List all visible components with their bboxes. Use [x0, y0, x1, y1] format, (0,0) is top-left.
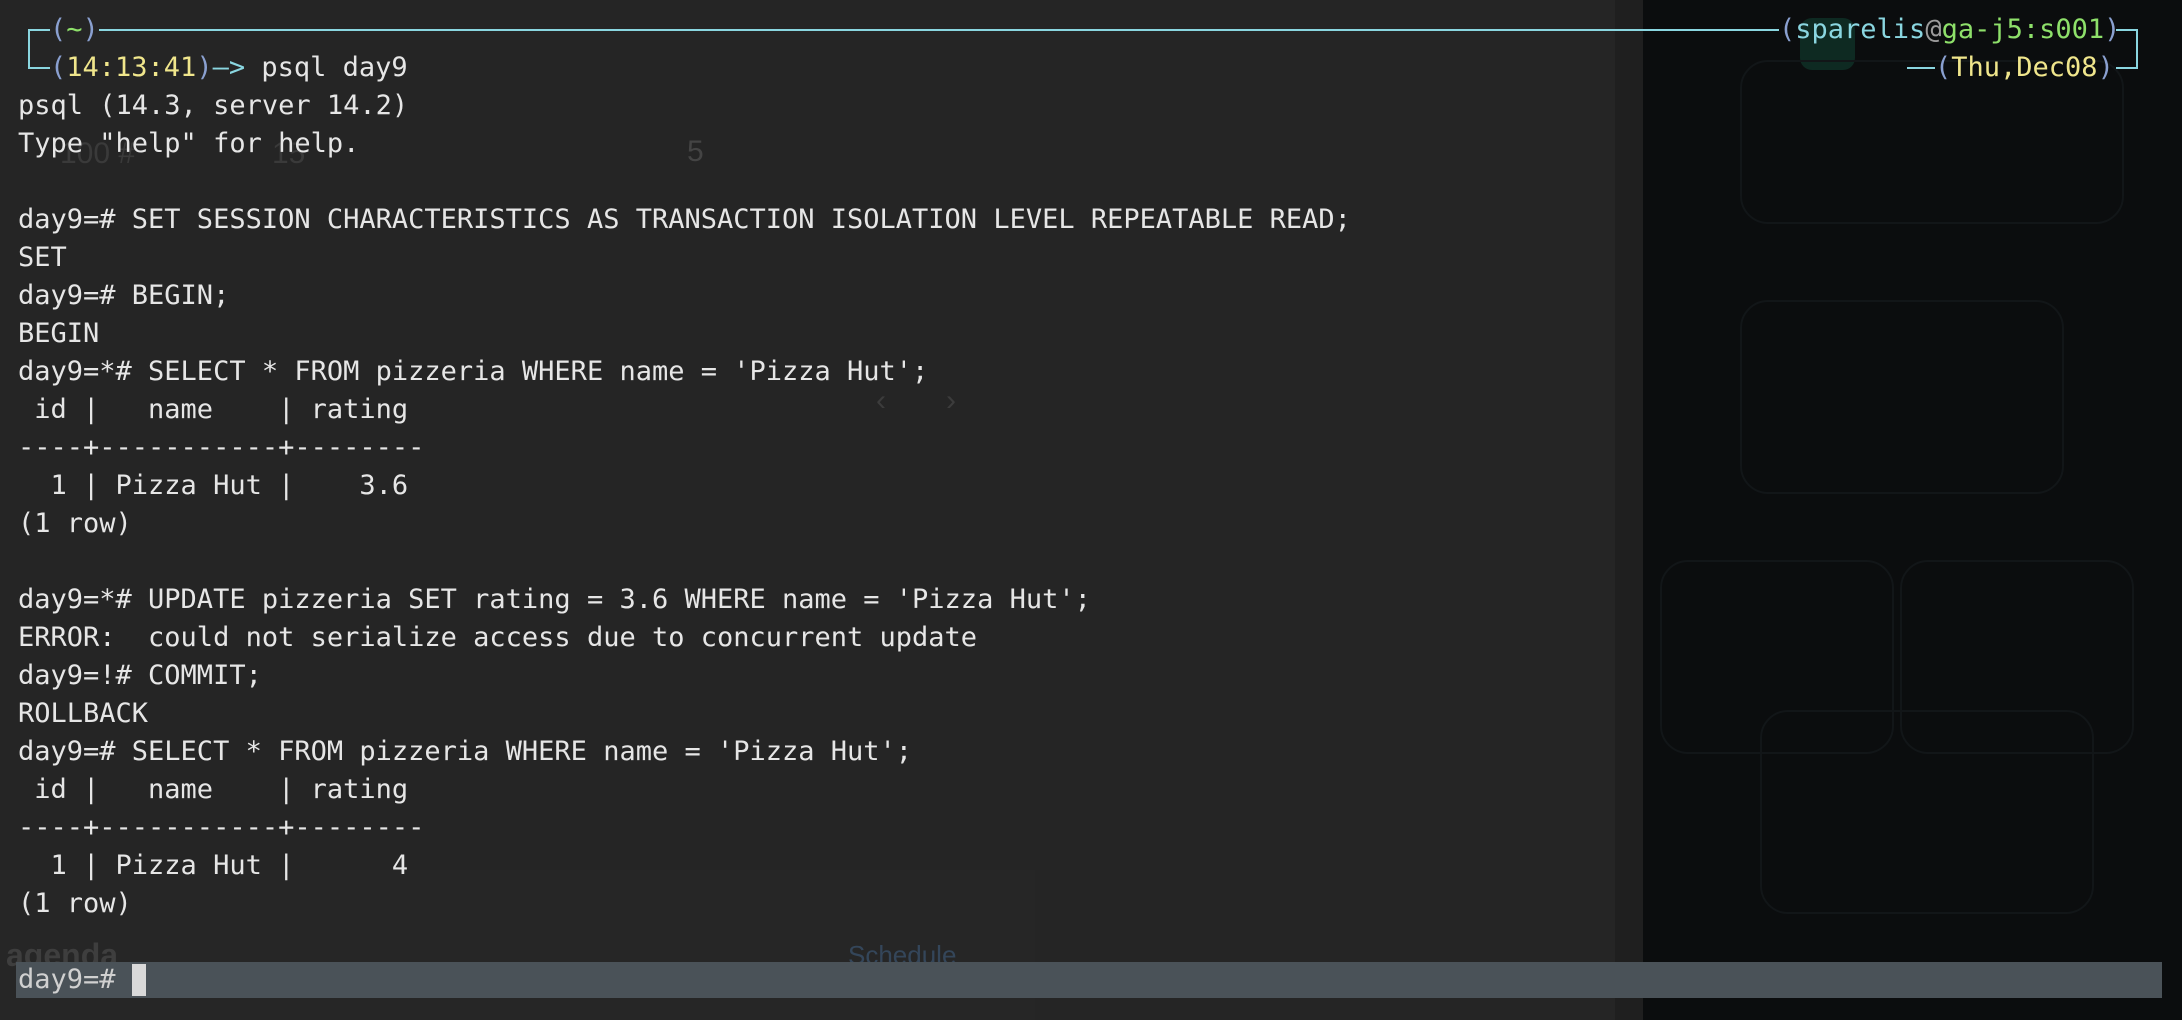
- prompt-frame: [28, 29, 50, 31]
- prompt-line: (14:13:41)—> psql day9: [50, 52, 408, 83]
- input-prompt: day9=#: [18, 964, 132, 995]
- output-line: Type "help" for help.: [18, 128, 360, 159]
- output-line: (1 row): [18, 508, 132, 539]
- output-line: day9=*# UPDATE pizzeria SET rating = 3.6…: [18, 584, 1091, 615]
- output-line: SET: [18, 242, 67, 273]
- prompt-frame: [1907, 67, 1935, 69]
- prompt-frame: [28, 29, 30, 49]
- prompt-frame: [2116, 67, 2138, 69]
- output-line: ERROR: could not serialize access due to…: [18, 622, 978, 653]
- output-line: ROLLBACK: [18, 698, 149, 729]
- terminal-window[interactable]: 100 # 15 5 ‹ › agenda Schedule (~) (spar…: [0, 0, 2182, 1020]
- output-line: ----+-----------+--------: [18, 432, 425, 463]
- output-line: ----+-----------+--------: [18, 812, 425, 843]
- output-line: BEGIN: [18, 318, 100, 349]
- prompt-frame: [99, 29, 1779, 31]
- prompt-frame: [2136, 29, 2138, 69]
- output-line: day9=# BEGIN;: [18, 280, 230, 311]
- output-line: 1 | Pizza Hut | 4: [18, 850, 409, 881]
- output-line: (1 row): [18, 888, 132, 919]
- output-line: day9=*# SELECT * FROM pizzeria WHERE nam…: [18, 356, 929, 387]
- terminal-content: (~) (sparelis@ga-j5:s001) (14:13:41)—> p…: [0, 0, 2182, 1020]
- output-line: id | name | rating: [18, 394, 409, 425]
- command-input-line[interactable]: [16, 962, 2162, 998]
- output-line: day9=# SET SESSION CHARACTERISTICS AS TR…: [18, 204, 1351, 235]
- output-line: day9=!# COMMIT;: [18, 660, 262, 691]
- text-cursor[interactable]: [132, 964, 146, 996]
- prompt-frame: [28, 67, 50, 69]
- prompt-command: psql day9: [261, 52, 408, 83]
- prompt-frame: [28, 49, 30, 69]
- output-line: psql (14.3, server 14.2): [18, 90, 409, 121]
- prompt-user-host: (sparelis@ga-j5:s001): [1779, 14, 2121, 45]
- prompt-time: 14:13:41: [66, 52, 197, 83]
- prompt-dir: (~): [50, 14, 99, 45]
- prompt-date: (Thu,Dec08): [1935, 52, 2114, 83]
- output-line: id | name | rating: [18, 774, 409, 805]
- output-line: day9=# SELECT * FROM pizzeria WHERE name…: [18, 736, 913, 767]
- output-line: 1 | Pizza Hut | 3.6: [18, 470, 409, 501]
